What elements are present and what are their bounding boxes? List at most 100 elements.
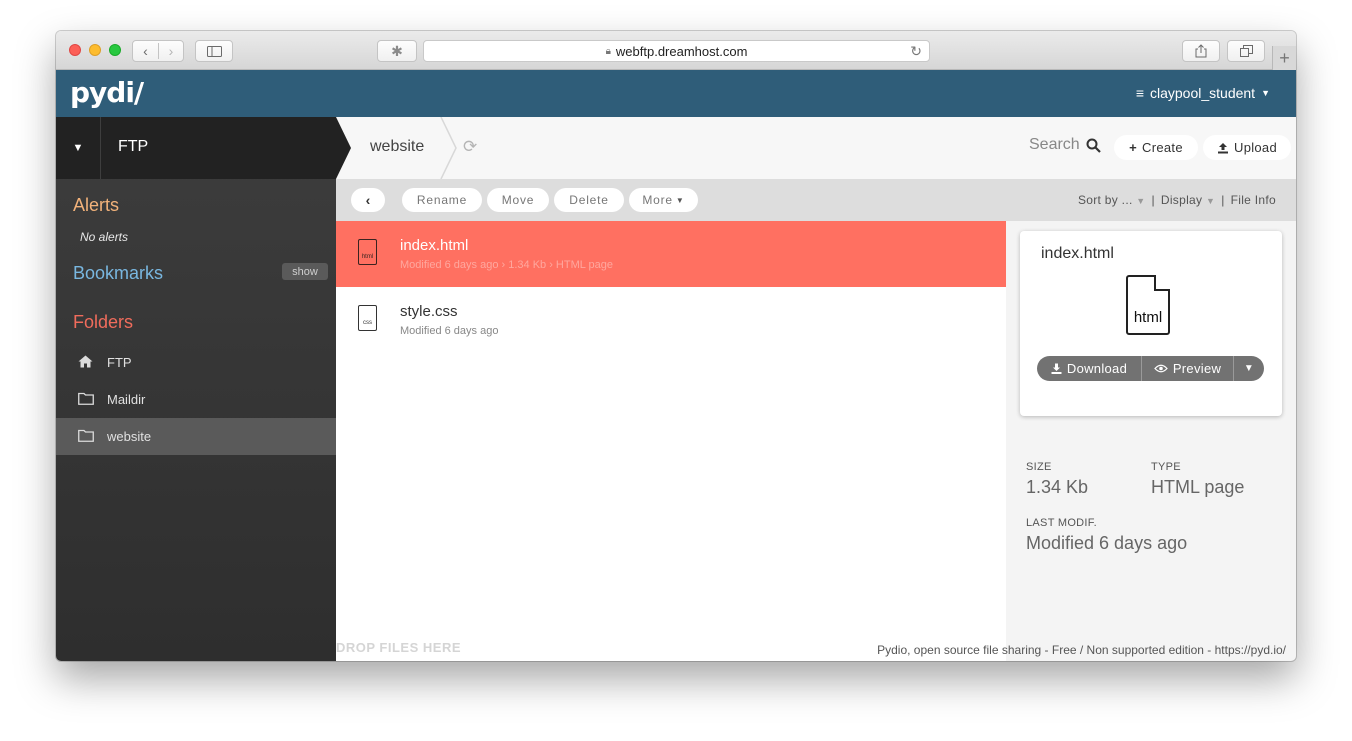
file-name: style.css — [400, 303, 458, 320]
caret-down-icon: ▼ — [1261, 88, 1270, 98]
sidebar-item-ftp[interactable]: FTP — [56, 344, 336, 381]
show-bookmarks-button[interactable]: show — [282, 263, 328, 280]
preview-button[interactable]: Preview — [1142, 356, 1234, 381]
display-menu[interactable]: Display ▼ — [1161, 193, 1215, 207]
workspace-name: FTP — [118, 138, 149, 155]
search-label: Search — [1029, 136, 1080, 153]
address-bar[interactable]: 🔒︎ webftp.dreamhost.com ↻ — [423, 40, 930, 62]
sidebar-item-label: FTP — [107, 355, 132, 370]
file-meta: Modified 6 days ago › 1.34 Kb › HTML pag… — [400, 259, 613, 271]
breadcrumb-bar: website ⟳ Search + Create Upload — [336, 117, 1296, 179]
download-button[interactable]: Download — [1037, 356, 1142, 381]
browser-toolbar: ‹ › ✱ 🔒︎ webftp.dreamhost.com ↻ + — [56, 31, 1296, 70]
history-nav: ‹ › — [132, 40, 184, 62]
home-icon — [56, 355, 107, 371]
left-sidebar: ▼ FTP Alerts No alerts Bookmarks show Fo… — [56, 117, 336, 661]
file-row-style-css[interactable]: css style.css Modified 6 days ago — [336, 287, 1006, 353]
upload-icon — [1218, 142, 1228, 153]
plus-icon[interactable]: + — [1272, 46, 1296, 70]
more-button[interactable]: More ▼ — [629, 188, 698, 212]
sort-by-label: Sort by ... — [1077, 193, 1133, 207]
sidebar-item-label: Maildir — [107, 392, 146, 407]
upload-label: Upload — [1234, 140, 1277, 155]
caret-down-icon: ▼ — [72, 142, 84, 154]
caret-down-icon: ▼ — [1205, 196, 1216, 206]
zoom-window-button[interactable] — [109, 44, 121, 56]
chevron-right-icon[interactable]: › — [157, 43, 183, 59]
upload-button[interactable]: Upload — [1203, 135, 1291, 160]
divider: | — [1221, 193, 1225, 207]
sidebar-item-website[interactable]: website — [56, 418, 336, 455]
url-text: webftp.dreamhost.com — [615, 43, 748, 59]
pydio-logo: pydi/ — [70, 76, 144, 109]
close-window-button[interactable] — [69, 44, 81, 56]
footer-note: Pydio, open source file sharing - Free /… — [877, 643, 1286, 657]
refresh-icon[interactable]: ⟳ — [463, 137, 477, 157]
eye-icon — [1154, 364, 1168, 373]
divider: | — [1151, 193, 1155, 207]
tabs-icon — [1239, 45, 1253, 57]
delete-button[interactable]: Delete — [554, 188, 624, 212]
breadcrumb-arrow — [336, 117, 351, 179]
html-file-icon: html — [358, 239, 377, 265]
share-icon — [1195, 44, 1207, 58]
file-type-label: html — [1133, 309, 1163, 326]
caret-down-icon: ▼ — [1243, 363, 1255, 374]
file-name: index.html — [400, 237, 469, 254]
sort-by-menu[interactable]: Sort by ... ▼ — [1078, 193, 1146, 207]
last-modified-label: LAST MODIF. — [1026, 517, 1097, 529]
menu-icon: ≡ — [1135, 85, 1144, 101]
file-info-panel: index.html html Download Preview ▼ SIZE — [1006, 221, 1296, 639]
sidebar-item-label: website — [107, 429, 152, 444]
rename-button[interactable]: Rename — [402, 188, 482, 212]
reload-icon[interactable]: ↻ — [910, 43, 922, 60]
more-label: More — [642, 193, 673, 207]
chevron-left-icon: ‹ — [365, 192, 371, 208]
bookmarks-title: Bookmarks — [73, 263, 164, 283]
file-row-index-html[interactable]: html index.html Modified 6 days ago › 1.… — [336, 221, 1006, 287]
no-alerts-text: No alerts — [80, 230, 129, 244]
user-name: claypool_student — [1150, 85, 1256, 101]
puzzle-icon: ✱ — [391, 42, 403, 59]
extension-button[interactable]: ✱ — [377, 40, 417, 62]
move-button[interactable]: Move — [487, 188, 549, 212]
app-header: pydi/ ≡ claypool_student ▼ — [56, 70, 1296, 117]
workspace-bar: ▼ FTP — [56, 117, 336, 179]
user-menu[interactable]: ≡ claypool_student ▼ — [1136, 85, 1270, 101]
sidebar-item-maildir[interactable]: Maildir — [56, 381, 336, 418]
type-label: TYPE — [1151, 461, 1181, 473]
caret-down-icon: ▼ — [1136, 196, 1146, 206]
more-actions-dropdown[interactable]: ▼ — [1234, 356, 1264, 381]
file-fold — [1154, 275, 1170, 291]
size-value: 1.34 Kb — [1026, 477, 1089, 497]
breadcrumb-current[interactable]: website — [370, 138, 424, 156]
chevron-left-icon[interactable]: ‹ — [133, 43, 158, 59]
minimize-window-button[interactable] — [89, 44, 101, 56]
create-button[interactable]: + Create — [1114, 135, 1198, 160]
caret-down-icon: ▼ — [675, 195, 685, 205]
file-info-toggle[interactable]: File Info — [1231, 193, 1276, 207]
display-label: Display — [1160, 193, 1203, 207]
search-icon — [1086, 138, 1101, 153]
plus-icon: + — [1129, 140, 1138, 155]
folders-title: Folders — [73, 312, 134, 332]
back-button[interactable]: ‹ — [351, 188, 385, 212]
css-file-icon: css — [358, 305, 377, 331]
download-label: Download — [1066, 361, 1128, 376]
search-field[interactable]: Search — [1029, 136, 1101, 154]
file-meta: Modified 6 days ago — [400, 325, 499, 337]
last-modified-value: Modified 6 days ago — [1026, 533, 1188, 553]
file-actions: Download Preview ▼ — [1037, 356, 1264, 381]
info-filename: index.html — [1041, 245, 1114, 262]
download-icon — [1051, 363, 1062, 374]
workspace-dropdown[interactable]: ▼ — [56, 117, 101, 179]
show-tabs-button[interactable] — [1227, 40, 1265, 62]
sidebar-toggle-button[interactable] — [195, 40, 233, 62]
share-button[interactable] — [1182, 40, 1220, 62]
file-preview-card: index.html html Download Preview ▼ — [1020, 231, 1282, 416]
folder-icon — [56, 429, 107, 445]
file-list: html index.html Modified 6 days ago › 1.… — [336, 221, 1006, 661]
breadcrumb-separator — [440, 117, 457, 179]
folder-icon — [56, 392, 107, 408]
html-file-icon: html — [1126, 275, 1170, 335]
